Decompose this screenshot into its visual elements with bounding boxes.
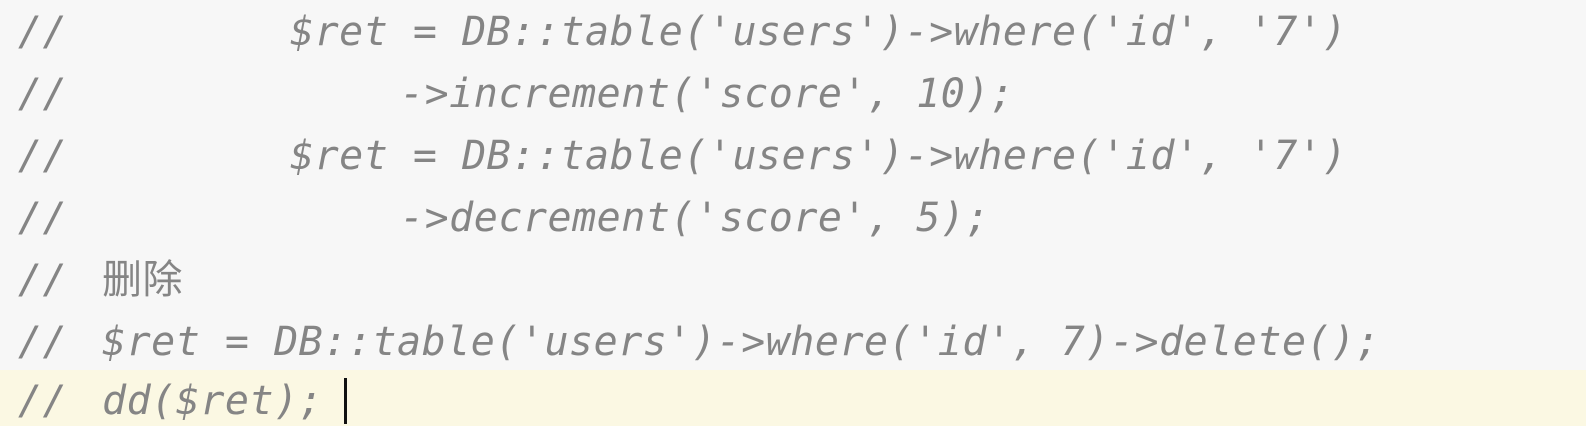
- code-text: 删除: [102, 257, 183, 303]
- code-line[interactable]: // ->increment('score', 10);: [0, 63, 1586, 125]
- code-text: $ret = DB::table('users')->where('id', 7…: [102, 319, 1381, 365]
- current-code-line[interactable]: // dd($ret);: [0, 370, 1586, 426]
- code-text: ->decrement('score', 5);: [400, 195, 990, 241]
- code-line[interactable]: // $ret = DB::table('users')->where('id'…: [0, 311, 1586, 373]
- code-editor[interactable]: // $ret = DB::table('users')->where('id'…: [0, 0, 1586, 426]
- code-text: $ret = DB::table('users')->where('id', '…: [290, 9, 1348, 55]
- comment-marker: //: [18, 378, 68, 424]
- code-text: $ret = DB::table('users')->where('id', '…: [290, 133, 1348, 179]
- comment-marker: //: [18, 9, 68, 55]
- comment-marker: //: [18, 319, 68, 365]
- comment-marker: //: [18, 71, 68, 117]
- text-cursor: [344, 378, 347, 424]
- code-line[interactable]: // $ret = DB::table('users')->where('id'…: [0, 125, 1586, 187]
- code-text: ->increment('score', 10);: [400, 71, 1015, 117]
- comment-marker: //: [18, 257, 68, 303]
- comment-marker: //: [18, 195, 68, 241]
- comment-marker: //: [18, 133, 68, 179]
- code-line[interactable]: // 删除: [0, 249, 1586, 311]
- code-line[interactable]: // $ret = DB::table('users')->where('id'…: [0, 1, 1586, 63]
- code-line[interactable]: // ->decrement('score', 5);: [0, 187, 1586, 249]
- code-text: dd($ret);: [102, 378, 324, 424]
